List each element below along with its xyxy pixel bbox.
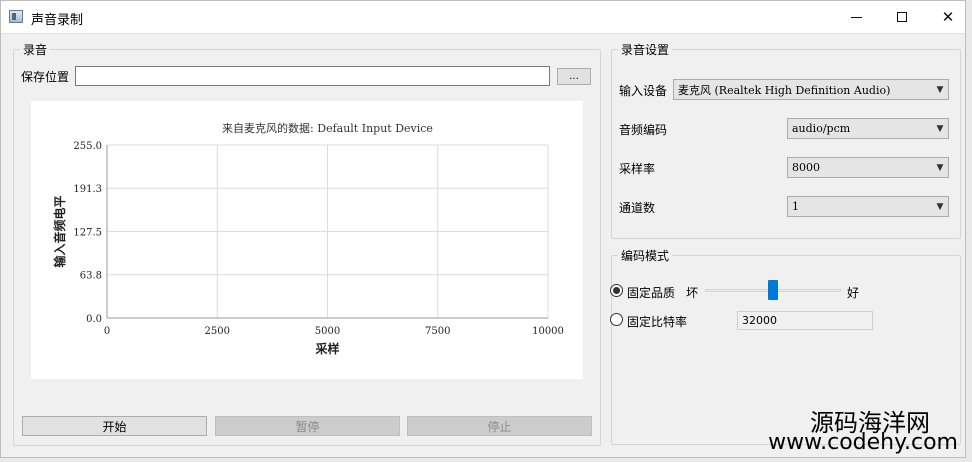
watermark-url: www.codehy.com: [768, 430, 958, 455]
constant-bitrate-label: 固定比特率: [627, 315, 688, 329]
x-axis-label: 采样: [314, 341, 339, 356]
browse-button[interactable]: ...: [557, 68, 591, 85]
constant-bitrate-radio[interactable]: [610, 313, 623, 326]
x-tick-label: 7500: [425, 326, 450, 337]
quality-high-label: 好: [847, 286, 860, 300]
main-window: 声音录制 ✕ 录音 保存位置 ... 来自麦克风的数据: Default Inp…: [0, 0, 966, 458]
channels-label: 通道数: [619, 201, 656, 215]
constant-quality-label: 固定品质: [627, 286, 676, 300]
pause-button[interactable]: 暂停: [215, 416, 400, 436]
maximize-button[interactable]: [879, 1, 925, 33]
minimize-icon: [850, 16, 862, 18]
chevron-down-icon: ▼: [936, 123, 944, 134]
y-tick-label: 255.0: [73, 141, 102, 152]
chevron-down-icon: ▼: [936, 201, 944, 212]
microphone-chart: 来自麦克风的数据: Default Input Device 0 2500 5000 7…: [31, 101, 583, 379]
chevron-down-icon: ▼: [936, 162, 944, 173]
bitrate-value: 32000: [742, 314, 777, 327]
settings-group-title: 录音设置: [618, 41, 673, 58]
input-device-select[interactable]: 麦克风 (Realtek High Definition Audio) ▼: [673, 79, 949, 100]
x-tick-label: 5000: [315, 326, 340, 337]
chart-title: 来自麦克风的数据: Default Input Device: [222, 121, 433, 135]
window-title: 声音录制: [31, 13, 84, 28]
browse-label: ...: [569, 71, 579, 82]
x-tick-label: 10000: [532, 326, 564, 337]
stop-label: 停止: [487, 419, 512, 434]
save-location-label: 保存位置: [21, 70, 70, 84]
minimize-button[interactable]: [833, 1, 879, 33]
record-group-title: 录音: [20, 41, 51, 58]
pause-label: 暂停: [295, 419, 320, 434]
stop-button[interactable]: 停止: [407, 416, 592, 436]
input-device-label: 输入设备: [619, 84, 668, 98]
maximize-icon: [897, 12, 907, 22]
constant-quality-radio[interactable]: [610, 284, 623, 297]
title-bar: 声音录制 ✕: [1, 1, 965, 34]
y-axis-label: 输入音频电平: [52, 195, 67, 267]
x-tick-label: 2500: [205, 326, 230, 337]
chart-svg: 来自麦克风的数据: Default Input Device 0 2500 5000 7…: [52, 121, 564, 356]
input-device-value: 麦克风 (Realtek High Definition Audio): [678, 83, 891, 97]
close-button[interactable]: ✕: [925, 1, 971, 33]
codec-select[interactable]: audio/pcm ▼: [787, 118, 949, 139]
codec-value: audio/pcm: [792, 122, 851, 135]
sample-rate-value: 8000: [792, 161, 820, 174]
channels-value: 1: [792, 200, 799, 213]
save-location-input[interactable]: [75, 66, 550, 86]
encoding-group-title: 编码模式: [618, 247, 673, 264]
start-label: 开始: [102, 419, 127, 434]
channels-select[interactable]: 1 ▼: [787, 196, 949, 217]
codec-label: 音频编码: [619, 123, 668, 137]
x-tick-label: 0: [104, 326, 110, 337]
y-tick-label: 0.0: [86, 314, 102, 325]
close-icon: ✕: [941, 8, 955, 26]
y-tick-label: 63.8: [80, 271, 102, 282]
quality-slider-handle[interactable]: [768, 280, 778, 300]
y-tick-label: 127.5: [73, 228, 102, 239]
y-tick-label: 191.3: [73, 184, 102, 195]
start-button[interactable]: 开始: [22, 416, 207, 436]
chevron-down-icon: ▼: [936, 84, 944, 95]
bitrate-input[interactable]: 32000: [737, 311, 873, 330]
sample-rate-select[interactable]: 8000 ▼: [787, 157, 949, 178]
app-icon: [9, 10, 23, 23]
sample-rate-label: 采样率: [619, 162, 656, 176]
quality-low-label: 坏: [686, 286, 699, 300]
